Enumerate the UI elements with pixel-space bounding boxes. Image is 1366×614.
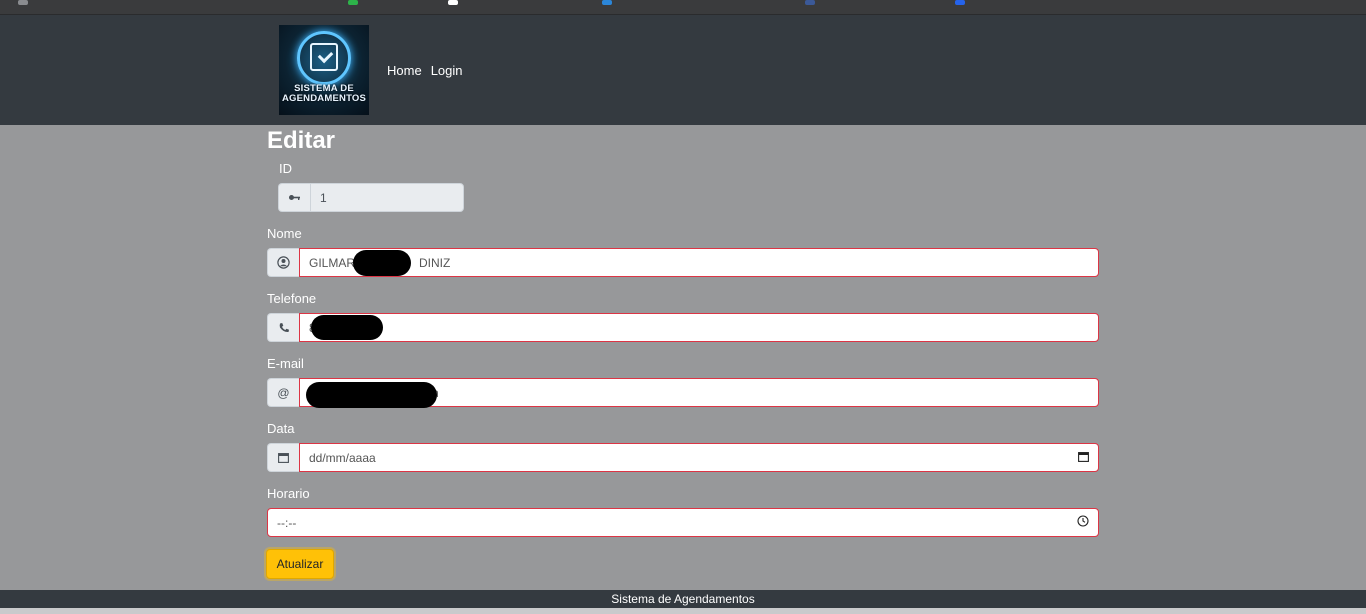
- update-button[interactable]: Atualizar: [266, 549, 334, 579]
- navbar: SISTEMA DE AGENDAMENTOS Home Login: [0, 15, 1366, 125]
- app-logo[interactable]: SISTEMA DE AGENDAMENTOS: [279, 25, 369, 115]
- page-bottom-strip: [0, 608, 1366, 614]
- id-input-group: 1: [278, 183, 464, 212]
- email-label: E-mail: [267, 356, 304, 371]
- data-field[interactable]: dd/mm/aaaa: [299, 443, 1099, 472]
- date-picker-icon[interactable]: [1078, 451, 1089, 465]
- logo-brand-text: SISTEMA DE AGENDAMENTOS: [282, 83, 367, 104]
- telefone-field[interactable]: 8: [299, 313, 1099, 342]
- nome-field[interactable]: GILMARA DINIZ: [299, 248, 1099, 277]
- data-input-group: dd/mm/aaaa: [267, 443, 1099, 472]
- redaction-mark: [353, 250, 411, 276]
- nome-label: Nome: [267, 226, 302, 241]
- redaction-mark: [306, 382, 437, 408]
- nav-links: Home Login: [387, 63, 463, 78]
- horario-input-group: --:--: [267, 508, 1099, 537]
- page-title: Editar: [267, 127, 336, 154]
- browser-toolbar-strip: [0, 0, 1366, 15]
- clock-icon[interactable]: [1077, 515, 1089, 530]
- nav-link-login[interactable]: Login: [431, 63, 463, 78]
- nav-link-home[interactable]: Home: [387, 63, 422, 78]
- calendar-icon: [267, 443, 299, 472]
- person-circle-icon: [267, 248, 299, 277]
- redaction-mark: [311, 315, 383, 340]
- id-field[interactable]: 1: [310, 183, 464, 212]
- footer: Sistema de Agendamentos: [0, 590, 1366, 608]
- at-icon: @: [267, 378, 299, 407]
- id-label: ID: [279, 161, 292, 176]
- key-icon: [278, 183, 310, 212]
- telefone-input-group: 8: [267, 313, 1099, 342]
- horario-label: Horario: [267, 486, 310, 501]
- calendar-check-icon: [310, 43, 338, 71]
- telefone-label: Telefone: [267, 291, 317, 306]
- horario-field[interactable]: --:--: [267, 508, 1099, 537]
- data-label: Data: [267, 421, 295, 436]
- phone-icon: [267, 313, 299, 342]
